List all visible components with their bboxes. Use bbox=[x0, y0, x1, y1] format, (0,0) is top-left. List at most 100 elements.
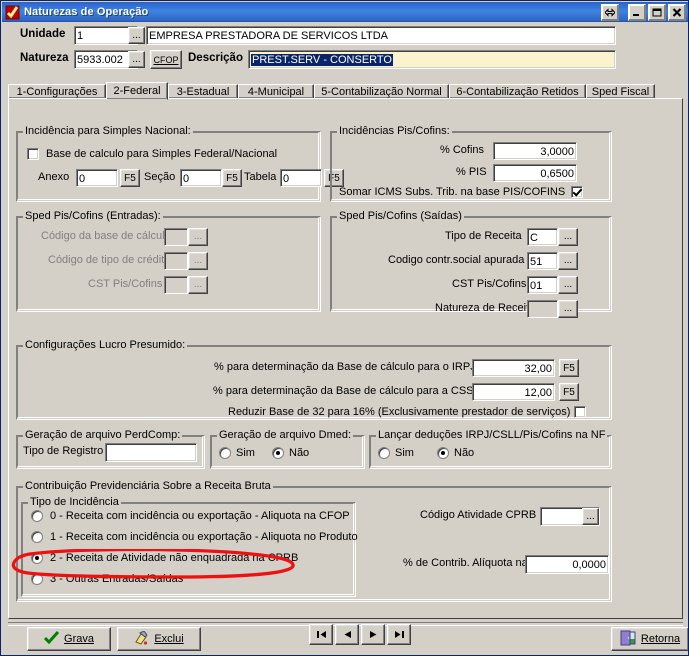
tipo-registro-input[interactable] bbox=[105, 443, 197, 462]
simples-anexo-f5-button[interactable]: F5 bbox=[120, 169, 140, 187]
deducoes-nao-label: Não bbox=[454, 447, 475, 459]
cprb-option-1-radio[interactable] bbox=[31, 531, 43, 543]
dmed-sim-radio[interactable] bbox=[219, 447, 231, 459]
cofins-input[interactable]: 3,0000 bbox=[493, 142, 577, 160]
deducoes-sim-radio[interactable] bbox=[378, 447, 390, 459]
group-sped-entradas: Sped Pis/Cofins (Entradas): Código da ba… bbox=[16, 210, 321, 312]
minimize-button[interactable] bbox=[628, 3, 646, 21]
ellipsis-icon: ... bbox=[563, 255, 573, 266]
cssl-input[interactable]: 12,00 bbox=[472, 383, 555, 401]
ent-cst-label: CST Pis/Cofins bbox=[88, 278, 163, 290]
group-simples-nacional: Incidência para Simples Nacional: Base d… bbox=[16, 125, 344, 202]
dmed-nao-label: Não bbox=[289, 447, 310, 459]
simples-base-checkbox[interactable] bbox=[27, 148, 39, 160]
tab-contabilizacao-retidos[interactable]: 6-Contabilização Retidos bbox=[449, 84, 586, 99]
reduzir-base-label: Reduzir Base de 32 para 16% (Exclusivame… bbox=[228, 406, 571, 418]
return-button[interactable]: Retorna bbox=[611, 627, 688, 651]
sai-codigo-contr-label-wrap: Codigo contr.social apurada bbox=[388, 254, 524, 266]
maximize-button[interactable] bbox=[648, 3, 666, 21]
dmed-sim-radio-row[interactable]: Sim bbox=[219, 447, 255, 459]
cfop-button[interactable]: CFOP bbox=[150, 50, 182, 69]
cssl-value: 12,00 bbox=[524, 387, 552, 399]
nav-first-button[interactable] bbox=[309, 624, 333, 645]
unidade-name-field: EMPRESA PRESTADORA DE SERVICOS LTDA bbox=[146, 26, 616, 45]
tab-configuracoes[interactable]: 1-Configurações bbox=[8, 84, 106, 99]
dmed-nao-radio-row[interactable]: Não bbox=[272, 447, 309, 459]
sai-codigo-contr-input[interactable]: 51 bbox=[527, 252, 558, 270]
tab-estadual[interactable]: 3-Estadual bbox=[168, 84, 238, 99]
irpj-input[interactable]: 32,00 bbox=[472, 359, 555, 377]
pis-label-wrap: % PIS bbox=[456, 166, 487, 178]
nav-next-button[interactable] bbox=[361, 624, 385, 645]
natureza-row: Natureza bbox=[20, 52, 69, 64]
irpj-f5-label: F5 bbox=[563, 362, 575, 374]
descricao-input[interactable]: PREST.SERV - CONSERTO bbox=[248, 50, 616, 69]
group-cprb: Contribuição Previdenciária Sobre a Rece… bbox=[16, 480, 612, 602]
reduzir-base-checkbox[interactable] bbox=[574, 406, 587, 418]
sai-tipo-receita-input[interactable]: C bbox=[527, 228, 558, 246]
ent-cst-input bbox=[164, 276, 188, 294]
sai-tipo-receita-lookup-button[interactable]: ... bbox=[558, 228, 578, 246]
irpj-f5-button[interactable]: F5 bbox=[559, 359, 579, 377]
simples-base-checkbox-row[interactable]: Base de calculo para Simples Federal/Nac… bbox=[27, 148, 277, 160]
group-simples-nacional-title: Incidência para Simples Nacional: bbox=[23, 125, 193, 137]
close-button[interactable] bbox=[668, 3, 686, 21]
cprb-option-1[interactable]: 1 - Receita com incidência ou exportação… bbox=[31, 531, 358, 543]
simples-tabela-label: Tabela bbox=[244, 171, 277, 183]
group-tipo-incidencia-body: 0 - Receita com incidência ou exportação… bbox=[21, 502, 358, 597]
tab-municipal-label: 4-Municipal bbox=[247, 85, 305, 98]
unidade-lookup-button[interactable]: ... bbox=[128, 27, 145, 44]
cssl-f5-button[interactable]: F5 bbox=[559, 383, 579, 401]
codigo-atividade-lookup-button[interactable]: ... bbox=[582, 508, 599, 525]
sai-natureza-receita-lookup-button[interactable]: ... bbox=[558, 300, 578, 318]
contrib-aliquota-input[interactable]: 0,0000 bbox=[525, 555, 609, 574]
sai-natureza-receita-label-wrap: Natureza de Receita bbox=[435, 302, 535, 314]
cprb-option-0[interactable]: 0 - Receita com incidência ou exportação… bbox=[31, 510, 350, 522]
cprb-option-3-radio[interactable] bbox=[31, 573, 43, 585]
dmed-nao-radio[interactable] bbox=[272, 447, 284, 459]
prev-record-icon bbox=[344, 631, 351, 638]
sai-cst-input[interactable]: 01 bbox=[527, 276, 558, 294]
sai-natureza-receita-value bbox=[528, 301, 557, 303]
tab-sped-fiscal[interactable]: Sped Fiscal bbox=[586, 84, 655, 99]
somar-icms-row[interactable]: Somar ICMS Subs. Trib. na base PIS/COFIN… bbox=[339, 186, 584, 198]
simples-tabela-input[interactable]: 0 bbox=[280, 169, 322, 187]
simples-secao-f5-button[interactable]: F5 bbox=[222, 169, 242, 187]
ent-base-calculo-label: Código da base de cálculo bbox=[41, 230, 171, 242]
tab-federal[interactable]: 2-Federal bbox=[106, 82, 168, 100]
nav-prev-button[interactable] bbox=[335, 624, 359, 645]
tab-municipal[interactable]: 4-Municipal bbox=[238, 84, 314, 99]
save-button[interactable]: Grava bbox=[27, 627, 111, 651]
tab-contabilizacao-normal[interactable]: 5-Contabilização Normal bbox=[314, 84, 449, 99]
sai-cst-lookup-button[interactable]: ... bbox=[558, 276, 578, 294]
cprb-option-3[interactable]: 3 - Outras Entradas/Saídas bbox=[31, 573, 183, 585]
cprb-option-2[interactable]: 2 - Receita de Atividade não enquadrada … bbox=[31, 552, 298, 564]
tab-federal-label: 2-Federal bbox=[113, 85, 161, 97]
natureza-lookup-button[interactable]: ... bbox=[128, 51, 145, 68]
deducoes-nao-radio-row[interactable]: Não bbox=[437, 447, 474, 459]
reduzir-base-row[interactable]: Reduzir Base de 32 para 16% (Exclusivame… bbox=[228, 406, 587, 418]
deducoes-sim-radio-row[interactable]: Sim bbox=[378, 447, 414, 459]
cprb-option-0-radio[interactable] bbox=[31, 510, 43, 522]
sai-codigo-contr-lookup-button[interactable]: ... bbox=[558, 252, 578, 270]
cprb-option-2-radio[interactable] bbox=[31, 552, 43, 564]
cprb-option-1-label: 1 - Receita com incidência ou exportação… bbox=[50, 531, 358, 543]
somar-icms-checkbox[interactable] bbox=[571, 186, 584, 198]
simples-anexo-value: 0 bbox=[79, 173, 86, 185]
next-record-icon bbox=[369, 631, 376, 638]
group-incidencias-pis-cofins-title: Incidências Pis/Cofins: bbox=[337, 125, 452, 137]
resize-icon[interactable] bbox=[601, 3, 619, 21]
group-dmed: Geração de arquivo Dmed: Sim Não bbox=[210, 429, 365, 469]
first-record-icon bbox=[316, 631, 326, 638]
nav-last-button[interactable] bbox=[387, 624, 411, 645]
simples-anexo-input[interactable]: 0 bbox=[76, 169, 118, 187]
group-lucro-presumido: Configurações Lucro Presumido: % para de… bbox=[16, 339, 612, 420]
deducoes-nao-radio[interactable] bbox=[437, 447, 449, 459]
group-lancar-deducoes-title: Lançar deduções IRPJ/CSLL/Pis/Cofins na … bbox=[376, 429, 608, 441]
tab-contabilizacao-retidos-label: 6-Contabilização Retidos bbox=[456, 85, 579, 98]
pis-input[interactable]: 0,6500 bbox=[493, 164, 577, 182]
simples-secao-input[interactable]: 0 bbox=[180, 169, 222, 187]
group-sped-entradas-body: Código da base de cálculo ... Código de … bbox=[16, 216, 321, 312]
checkmark-icon bbox=[5, 5, 20, 20]
delete-button[interactable]: Exclui bbox=[117, 627, 201, 651]
